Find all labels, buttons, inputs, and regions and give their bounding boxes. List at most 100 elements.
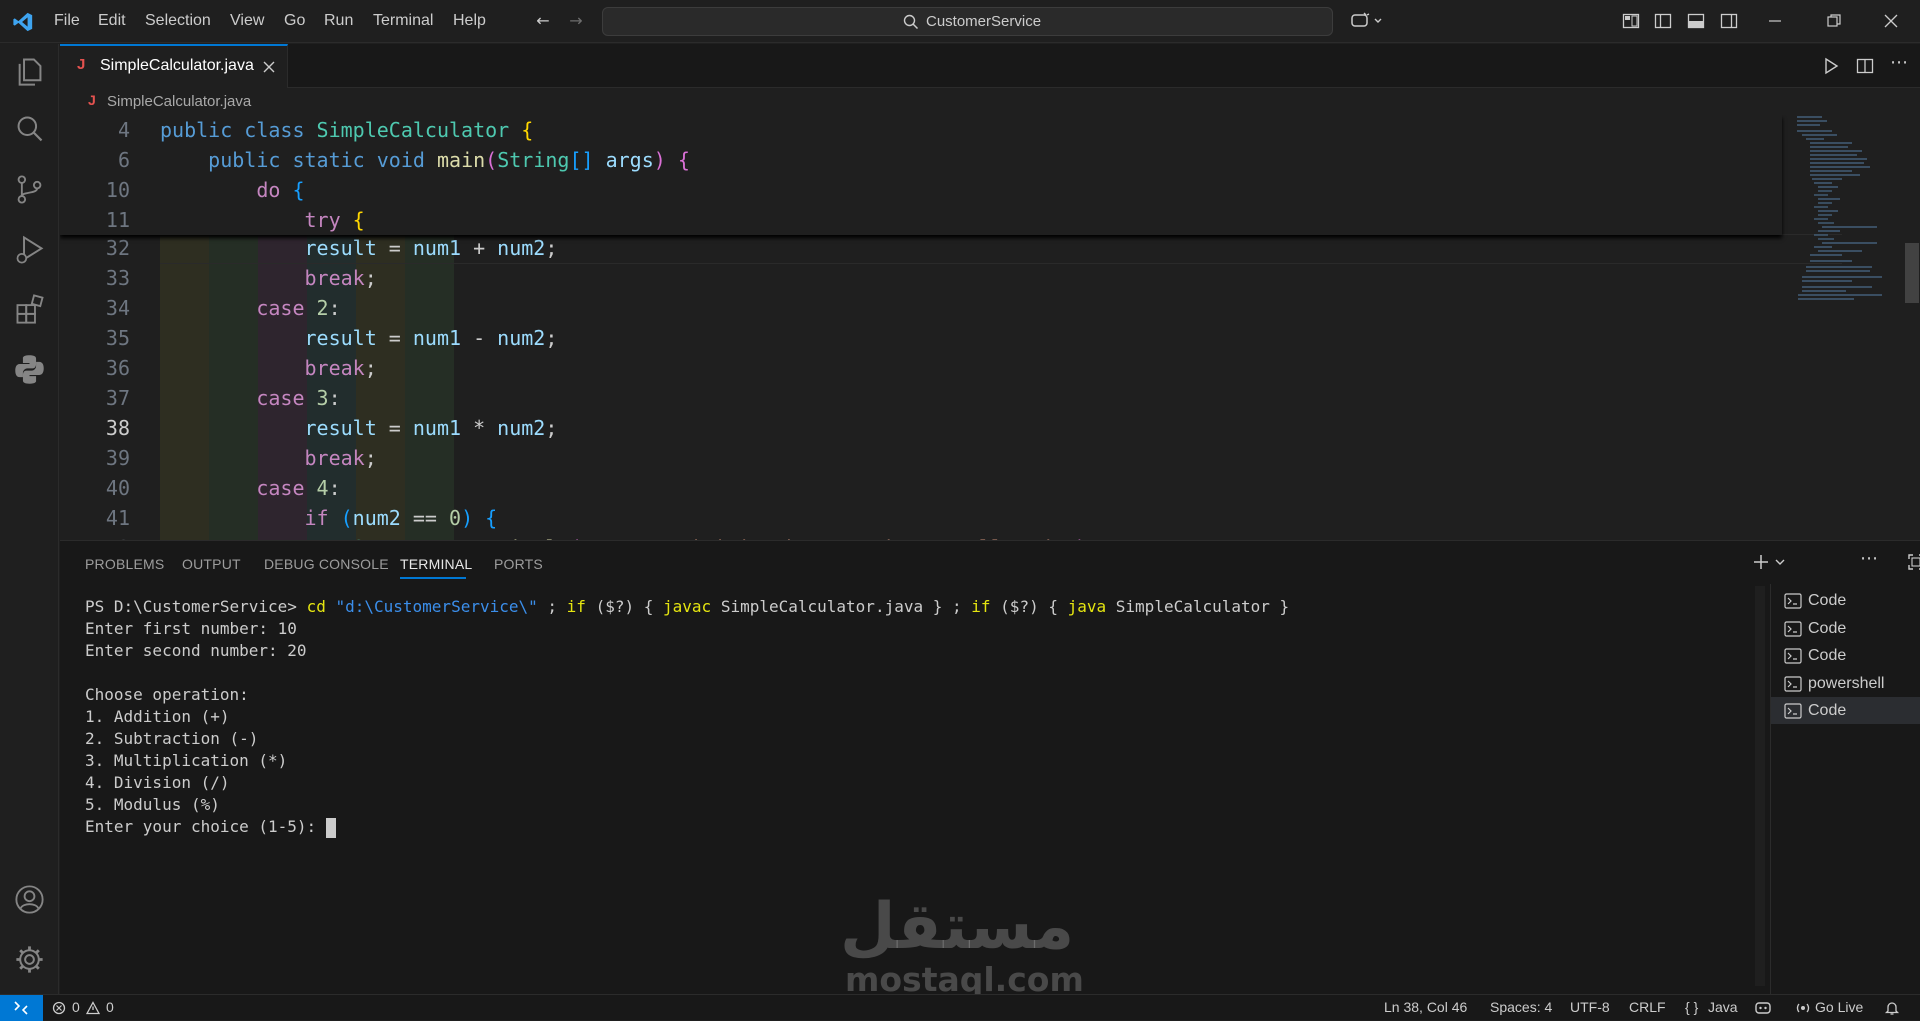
terminal-output-lines: Enter first number: 10 Enter second numb…	[85, 619, 326, 836]
python-icon[interactable]	[12, 352, 47, 387]
terminal-output[interactable]: PS D:\CustomerService> cd "d:\CustomerSe…	[85, 596, 1289, 838]
code-token: ;	[545, 416, 558, 440]
terminal-scrollbar-track[interactable]	[1755, 586, 1765, 986]
more-actions-icon[interactable]: ⋯	[1890, 52, 1908, 73]
panel-tab-ports[interactable]: PORTS	[494, 556, 543, 572]
line-number: 37	[105, 386, 130, 410]
menu-terminal[interactable]: Terminal	[373, 12, 433, 30]
forward-arrow-icon[interactable]: →	[565, 10, 587, 32]
menu-run[interactable]: Run	[324, 12, 353, 30]
code-token: num1	[412, 416, 462, 440]
panel-tab-output[interactable]: OUTPUT	[182, 556, 241, 572]
menu-selection[interactable]: Selection	[145, 12, 211, 30]
language-mode[interactable]: Java	[1708, 999, 1738, 1015]
code-line: public class SimpleCalculator {	[160, 118, 533, 142]
menu-edit[interactable]: Edit	[98, 12, 126, 30]
toggle-primary-sidebar-icon[interactable]	[1654, 12, 1672, 30]
terminal-list-label: Code	[1808, 702, 1847, 719]
code-token: case	[256, 296, 317, 320]
code-token: result	[304, 326, 377, 350]
end-of-line[interactable]: CRLF	[1629, 999, 1666, 1015]
manage-gear-icon[interactable]	[12, 942, 47, 977]
line-number: 40	[105, 476, 130, 500]
error-count: 0	[72, 999, 80, 1015]
customize-layout-icon[interactable]	[1622, 12, 1640, 30]
source-control-icon[interactable]	[12, 172, 47, 207]
breadcrumb-file[interactable]: SimpleCalculator.java	[107, 93, 251, 110]
terminal-list-item[interactable]: Code	[1771, 697, 1920, 724]
line-number: 36	[105, 356, 130, 380]
editor-scrollbar-thumb[interactable]	[1905, 243, 1919, 303]
minimap[interactable]	[1782, 115, 1902, 540]
panel-tab-debug-console[interactable]: DEBUG CONSOLE	[264, 556, 389, 572]
terminal-icon	[1784, 703, 1802, 719]
encoding[interactable]: UTF-8	[1570, 999, 1610, 1015]
back-arrow-icon[interactable]: ←	[532, 10, 554, 32]
terminal-line: Enter first number: 10	[85, 619, 297, 638]
code-token: (	[340, 506, 353, 530]
panel-more-icon[interactable]: ⋯	[1860, 548, 1878, 569]
code-line: break;	[160, 266, 377, 290]
toggle-panel-icon[interactable]	[1687, 12, 1705, 30]
split-editor-icon[interactable]	[1856, 57, 1874, 75]
breadcrumb: J SimpleCalculator.java	[60, 89, 1920, 115]
restore-icon[interactable]	[1825, 12, 1843, 30]
code-token: main	[436, 148, 486, 172]
command-center-label: CustomerService	[926, 13, 1042, 30]
code-token: args	[593, 148, 654, 172]
code-editor[interactable]: 32 result = num1 + num2; 33 break; 34 case…	[60, 115, 1920, 540]
terminal-list-item[interactable]: powershell	[1771, 670, 1920, 697]
line-number: 35	[105, 326, 130, 350]
minimize-icon[interactable]	[1766, 12, 1784, 30]
explorer-icon[interactable]	[12, 54, 47, 89]
tab-simplecalculator[interactable]: J SimpleCalculator.java	[60, 44, 288, 88]
code-token: :	[328, 296, 341, 320]
close-window-icon[interactable]	[1882, 12, 1900, 30]
code-token: =	[376, 326, 413, 350]
remote-icon	[14, 1001, 28, 1015]
accounts-icon[interactable]	[12, 882, 47, 917]
code-line: break;	[160, 446, 377, 470]
menu-file[interactable]: File	[54, 12, 80, 30]
search-view-icon[interactable]	[12, 112, 47, 147]
code-token: 4	[316, 476, 329, 500]
new-terminal-plus-icon[interactable]	[1751, 552, 1771, 572]
menu-help[interactable]: Help	[453, 12, 486, 30]
menu-view[interactable]: View	[230, 12, 264, 30]
copilot-icon[interactable]	[1350, 11, 1386, 31]
toggle-secondary-sidebar-icon[interactable]	[1720, 12, 1738, 30]
terminal-line: Enter your choice (1-5):	[85, 817, 326, 836]
terminal-list-item[interactable]: Code	[1771, 587, 1920, 614]
menu-go[interactable]: Go	[284, 12, 305, 30]
copilot-status-icon[interactable]	[1754, 1000, 1772, 1016]
line-number: 39	[105, 446, 130, 470]
sticky-scroll: 4 public class SimpleCalculator {6 public…	[60, 115, 1782, 235]
remote-indicator[interactable]	[0, 995, 43, 1021]
terminal-list-item[interactable]: Code	[1771, 615, 1920, 642]
code-token: num1	[412, 326, 462, 350]
indentation[interactable]: Spaces: 4	[1490, 999, 1552, 1015]
breadcrumb-java-icon: J	[88, 92, 96, 108]
code-token: break	[304, 266, 365, 290]
code-token: if	[304, 506, 341, 530]
panel-tab-terminal[interactable]: TERMINAL	[400, 556, 472, 572]
chevron-down-icon[interactable]	[1774, 556, 1786, 568]
maximize-panel-icon[interactable]	[1907, 553, 1920, 571]
panel-tab-problems[interactable]: PROBLEMS	[85, 556, 164, 572]
notifications-bell-icon[interactable]	[1884, 1000, 1900, 1016]
terminal-list-item[interactable]: Code	[1771, 642, 1920, 669]
cursor-position[interactable]: Ln 38, Col 46	[1384, 999, 1467, 1015]
line-number: 6	[117, 148, 130, 172]
extensions-icon[interactable]	[12, 292, 47, 327]
command-center-search[interactable]: CustomerService	[602, 7, 1333, 36]
run-java-icon[interactable]	[1822, 57, 1840, 75]
go-live-button[interactable]: Go Live	[1815, 999, 1863, 1015]
code-token: {	[485, 506, 498, 530]
problems-status[interactable]: 0 0	[52, 998, 132, 1018]
run-debug-icon[interactable]	[12, 232, 47, 267]
line-number: 34	[105, 296, 130, 320]
close-tab-icon[interactable]	[262, 60, 276, 74]
